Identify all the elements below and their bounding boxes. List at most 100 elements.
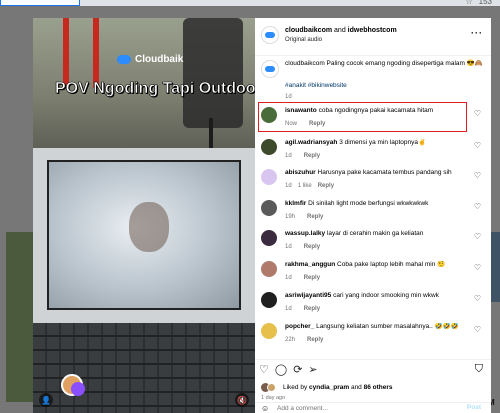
commenter-name[interactable]: agil.wadriansyah: [285, 139, 337, 146]
post-sidebar: cloudbaikcom and idwebhostcom Original a…: [255, 18, 491, 413]
save-icon[interactable]: ⛉: [475, 363, 483, 376]
reply-button[interactable]: Reply: [309, 121, 325, 127]
post-button[interactable]: Post: [467, 404, 481, 411]
chair-leg-red: [63, 18, 69, 88]
comment-meta: 22h Reply: [285, 337, 323, 343]
liker-name[interactable]: cyndia_pram: [309, 384, 349, 391]
post-actions: ♡ ◯ ⟳ ➢: [259, 363, 318, 376]
comment-item: popcher_ Langsung keliatan sumber masala…: [255, 319, 491, 353]
comment-time: 1d: [285, 275, 292, 281]
comment-body: Langsung keliatan sumber masalahnya.. 🤣🤣…: [316, 323, 459, 330]
comment-like-icon[interactable]: ♡: [474, 171, 481, 180]
sticker-icon: [71, 382, 85, 396]
comment-time: 1d: [285, 153, 292, 159]
likes-others[interactable]: 86 others: [364, 384, 393, 391]
chair-base: [209, 118, 213, 148]
reply-button[interactable]: Reply: [318, 183, 334, 189]
comment-text: isnawanto coba ngodingnya pakai kacamata…: [285, 107, 465, 115]
commenter-avatar[interactable]: [261, 139, 277, 155]
commenter-name[interactable]: wassup.lalky: [285, 230, 325, 237]
mute-icon[interactable]: 🔇: [235, 393, 249, 407]
liker-avatar[interactable]: [267, 383, 276, 392]
comment-like-icon[interactable]: ♡: [474, 294, 481, 303]
commenter-name[interactable]: kklmfir: [285, 200, 306, 207]
comment-like-icon[interactable]: ♡: [474, 325, 481, 334]
commenter-name[interactable]: popcher_: [285, 323, 314, 330]
comment-likes[interactable]: 1 like: [298, 183, 312, 189]
commenter-avatar[interactable]: [261, 230, 277, 246]
comment-body: cari yang indoor smooking min wkwk: [333, 292, 439, 299]
repost-icon[interactable]: ⟳: [293, 363, 302, 376]
comment-like-icon[interactable]: ♡: [474, 202, 481, 211]
laptop-screen: [47, 160, 241, 310]
comment-text: rakhma_anggun Coba pake laptop lebih mah…: [285, 261, 465, 269]
comment-icon[interactable]: ◯: [275, 363, 287, 376]
commenter-avatar[interactable]: [261, 261, 277, 277]
commenter-name[interactable]: abiszuhur: [285, 169, 316, 176]
author-link[interactable]: cloudbaikcom: [285, 27, 332, 34]
chair-leg-red: [93, 18, 99, 88]
comment-like-icon[interactable]: ♡: [474, 109, 481, 118]
reply-button[interactable]: Reply: [307, 214, 323, 220]
reply-button[interactable]: Reply: [307, 337, 323, 343]
commenter-avatar[interactable]: [261, 200, 277, 216]
emoji-icon[interactable]: ☺: [261, 404, 269, 413]
comment-meta: 1d 1 like Reply: [285, 183, 334, 189]
comment-like-icon[interactable]: ♡: [474, 232, 481, 241]
tagged-user-icon[interactable]: 👤: [39, 393, 53, 407]
comment-body: Di sinilah light mode berfungsi wkwkwkwk: [308, 200, 429, 207]
like-icon[interactable]: ♡: [259, 363, 269, 376]
comment-like-icon[interactable]: ♡: [474, 263, 481, 272]
commenter-avatar[interactable]: [261, 292, 277, 308]
caption-timestamp: 1d: [285, 94, 292, 100]
commenter-avatar[interactable]: [261, 107, 277, 123]
comment-item: abiszuhur Harusnya pake kacamata tembus …: [255, 165, 491, 199]
comment-body: 3 dimensi ya min laptopnya✌️: [339, 139, 427, 146]
comment-time: 22h: [285, 337, 296, 343]
comment-text: wassup.lalky layar di cerahin makin ga k…: [285, 230, 465, 238]
actions-divider: [255, 359, 491, 360]
reply-button[interactable]: Reply: [304, 244, 320, 250]
likes-connector: and: [350, 384, 362, 391]
comment-meta: 1d Reply: [285, 244, 320, 250]
comment-text: asriwijayanti95 cari yang indoor smookin…: [285, 292, 465, 300]
commenter-avatar[interactable]: [261, 323, 277, 339]
hashtags[interactable]: #anakit #bikinwebsite: [285, 82, 347, 89]
comment-body: Harusnya pake kacamata tembus pandang si…: [317, 169, 452, 176]
reply-button[interactable]: Reply: [304, 275, 320, 281]
comment-meta: 1d Reply: [285, 306, 320, 312]
reflection-face: [129, 202, 169, 252]
comment-time: 1d: [285, 244, 292, 250]
comment-time: Now: [285, 121, 298, 127]
post-media[interactable]: Cloudbaik POV Ngoding Tapi Outdoor 👤 🔇: [33, 18, 255, 413]
reply-button[interactable]: Reply: [304, 306, 320, 312]
cloud-icon: [117, 55, 131, 64]
comment-like-icon[interactable]: ♡: [474, 141, 481, 150]
author-avatar[interactable]: [261, 26, 279, 44]
commenter-name[interactable]: isnawanto: [285, 107, 317, 114]
more-options-icon[interactable]: ···: [471, 28, 483, 38]
background-thumbnail-left[interactable]: [6, 232, 34, 402]
post-caption: cloudbaikcom Paling cocok emang ngoding …: [285, 60, 483, 67]
collaborator-link[interactable]: idwebhostcom: [348, 27, 397, 34]
comment-item: rakhma_anggun Coba pake laptop lebih mah…: [255, 257, 491, 291]
comment-item: asriwijayanti95 cari yang indoor smookin…: [255, 288, 491, 322]
caption-avatar[interactable]: [261, 60, 279, 78]
share-icon[interactable]: ➢: [308, 363, 317, 376]
office-chair: [183, 18, 243, 128]
video-overlay-title: POV Ngoding Tapi Outdoor: [55, 80, 255, 98]
commenter-name[interactable]: asriwijayanti95: [285, 292, 331, 299]
comment-body: layar di cerahin makin ga keliatan: [326, 230, 424, 237]
comment-input[interactable]: [277, 404, 447, 413]
audio-label[interactable]: Original audio: [285, 37, 322, 43]
commenter-name[interactable]: rakhma_anggun: [285, 261, 335, 268]
post-header: cloudbaikcom and idwebhostcom Original a…: [255, 18, 491, 56]
brand-name: Cloudbaik: [135, 54, 184, 65]
comment-meta: 1d Reply: [285, 275, 320, 281]
comment-time: 1d: [285, 306, 292, 312]
commenter-avatar[interactable]: [261, 169, 277, 185]
comment-time: 1d: [285, 183, 292, 189]
reply-button[interactable]: Reply: [304, 153, 320, 159]
likes-summary[interactable]: Liked by cyndia_pram and 86 others: [283, 384, 393, 391]
comment-item: agil.wadriansyah 3 dimensi ya min laptop…: [255, 135, 491, 169]
